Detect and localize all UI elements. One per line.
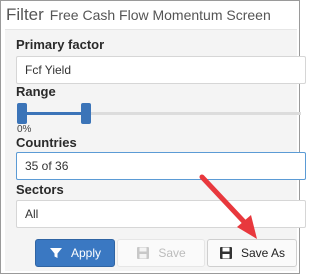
- floppy-disk-icon: [136, 246, 150, 260]
- sectors-select[interactable]: All: [16, 200, 306, 228]
- apply-button-label: Apply: [70, 246, 102, 260]
- range-label: Range: [16, 84, 56, 99]
- filter-window: Filter Free Cash Flow Momentum Screen Pr…: [0, 0, 306, 274]
- primary-factor-label: Primary factor: [16, 37, 105, 52]
- countries-select[interactable]: 35 of 36: [16, 152, 306, 180]
- button-bar: Apply Save Save As: [5, 233, 297, 271]
- range-slider-max-handle[interactable]: [81, 103, 91, 124]
- range-slider-fill: [21, 112, 85, 115]
- save-as-button-label: Save As: [240, 246, 286, 260]
- window-header: Filter Free Cash Flow Momentum Screen: [6, 5, 271, 25]
- save-as-button[interactable]: Save As: [207, 239, 297, 267]
- range-min-value: 0%: [17, 124, 32, 135]
- save-button-label: Save: [158, 246, 186, 260]
- filter-icon: [49, 246, 63, 260]
- primary-factor-select[interactable]: Fcf Yield: [16, 56, 306, 84]
- range-slider-min-handle[interactable]: [17, 103, 27, 124]
- countries-label: Countries: [16, 135, 77, 150]
- sectors-label: Sectors: [16, 182, 64, 197]
- save-button[interactable]: Save: [117, 239, 205, 267]
- apply-button[interactable]: Apply: [35, 239, 115, 267]
- window-title: Filter: [6, 5, 44, 24]
- floppy-disk-icon: [219, 246, 233, 260]
- screen-name: Free Cash Flow Momentum Screen: [49, 7, 271, 23]
